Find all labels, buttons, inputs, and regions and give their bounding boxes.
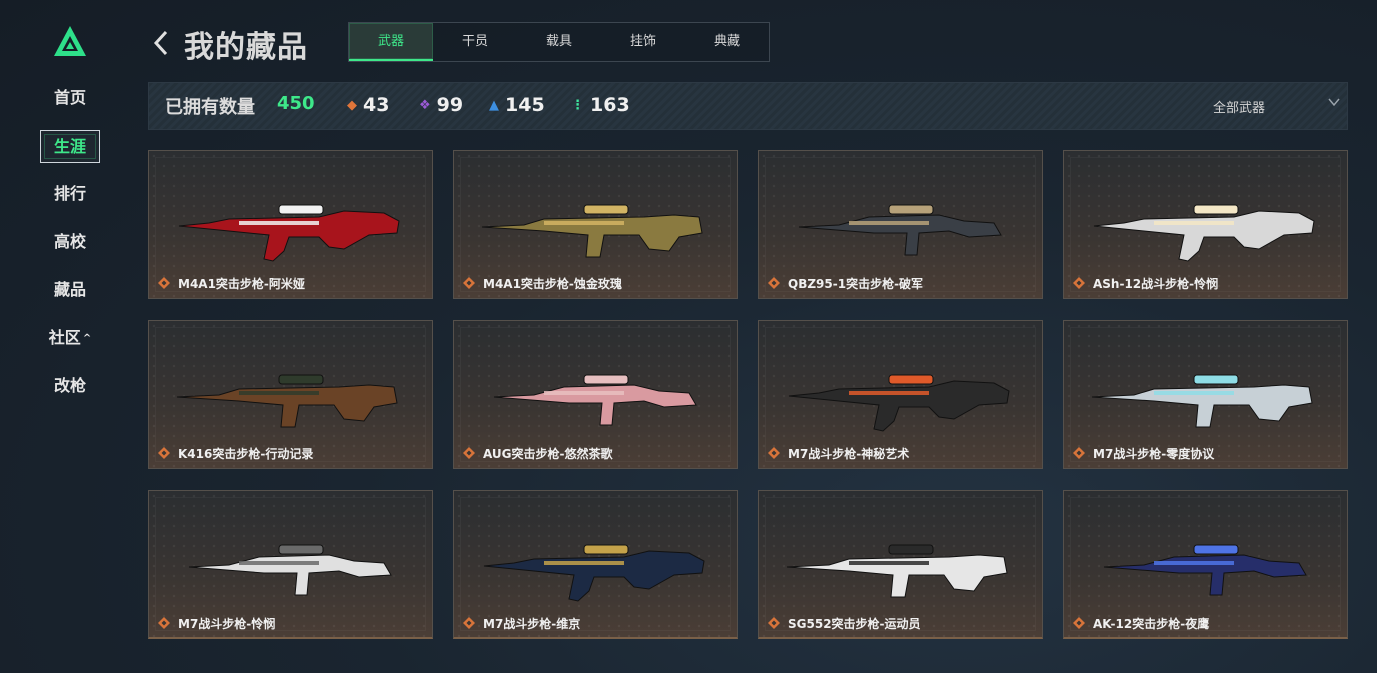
nav-item-home[interactable]: 首页 (40, 82, 100, 115)
weapon-image (1091, 374, 1313, 428)
page-title: 我的藏品 (184, 30, 308, 65)
weapon-image (788, 374, 1010, 432)
rarity-diamond-icon (1073, 277, 1085, 289)
weapon-image (178, 204, 400, 262)
owned-count-value: 450 (277, 93, 315, 114)
rarity-diamond-icon (768, 447, 780, 459)
category-tabs: 武器 干员 载具 挂饰 典藏 (348, 22, 770, 62)
nav-item-college[interactable]: 高校 (40, 226, 100, 259)
weapon-image (786, 544, 1008, 598)
weapon-card[interactable]: SG552突击步枪-运动员 (758, 490, 1043, 639)
chevron-up-icon: ^ (82, 333, 92, 344)
rarity-diamond-icon (768, 277, 780, 289)
rarity-blue-count: ▲ 145 (489, 94, 545, 116)
rarity-purple-count: ❖ 99 (419, 94, 463, 116)
weapon-image (483, 544, 705, 602)
weapon-name: SG552突击步枪-运动员 (788, 617, 921, 631)
filter-selected-value: 全部武器 (1213, 101, 1266, 116)
weapon-card[interactable]: M7战斗步枪-神秘艺术 (758, 320, 1043, 469)
rarity-diamond-icon (158, 277, 170, 289)
weapon-name: QBZ95-1突击步枪-破军 (788, 277, 924, 291)
weapon-image (1103, 544, 1307, 596)
rarity-diamond-icon (1073, 617, 1085, 629)
rarity-count-value: 145 (505, 94, 545, 116)
tab-vehicles[interactable]: 载具 (517, 23, 601, 61)
weapon-card[interactable]: ASh-12战斗步枪-怜悯 (1063, 150, 1348, 299)
nav-item-label: 生涯 (53, 137, 86, 156)
rarity-diamond-icon (463, 277, 475, 289)
back-arrow-icon[interactable] (150, 28, 172, 58)
nav-item-label: 改枪 (53, 376, 86, 395)
weapon-name: K416突击步枪-行动记录 (178, 447, 314, 461)
nav-item-ranking[interactable]: 排行 (40, 178, 100, 211)
weapon-name: M7战斗步枪-神秘艺术 (788, 447, 910, 461)
weapon-card[interactable]: AUG突击步枪-悠然茶歌 (453, 320, 738, 469)
tab-collector[interactable]: 典藏 (685, 23, 769, 61)
weapon-card[interactable]: K416突击步枪-行动记录 (148, 320, 433, 469)
nav-item-modify-gun[interactable]: 改枪 (40, 370, 100, 403)
weapon-name: M7战斗步枪-怜悯 (178, 617, 276, 631)
weapon-name: M7战斗步枪-零度协议 (1093, 447, 1215, 461)
purple-diamond-icon: ❖ (419, 98, 431, 113)
weapon-image (188, 544, 392, 596)
weapon-image (798, 204, 1002, 256)
rarity-green-count: ⋮ 163 (571, 94, 630, 116)
rarity-orange-count: ◆ 43 (347, 94, 389, 116)
weapon-name: M4A1突击步枪-蚀金玫瑰 (483, 277, 622, 291)
weapon-card[interactable]: M4A1突击步枪-蚀金玫瑰 (453, 150, 738, 299)
weapon-card[interactable]: AK-12突击步枪-夜鹰 (1063, 490, 1348, 639)
weapon-name: ASh-12战斗步枪-怜悯 (1093, 277, 1219, 291)
weapon-filter-dropdown[interactable]: 全部武器 (1213, 97, 1343, 116)
nav-item-career[interactable]: 生涯 (40, 130, 100, 163)
nav-item-label: 高校 (53, 232, 86, 251)
nav-item-community[interactable]: 社区 ^ (40, 322, 100, 355)
weapon-card[interactable]: M4A1突击步枪-阿米娅 (148, 150, 433, 299)
weapon-name: AK-12突击步枪-夜鹰 (1093, 617, 1210, 631)
weapon-image (481, 204, 703, 258)
weapon-image (493, 374, 697, 426)
rarity-count-value: 163 (590, 94, 630, 116)
owned-count-label: 已拥有数量 (165, 97, 255, 118)
rarity-count-value: 99 (436, 94, 464, 116)
tab-charms[interactable]: 挂饰 (601, 23, 685, 61)
rarity-diamond-icon (463, 617, 475, 629)
chevron-down-icon (1328, 98, 1340, 107)
weapon-card[interactable]: M7战斗步枪-维京 (453, 490, 738, 639)
rarity-diamond-icon (768, 617, 780, 629)
nav-item-label: 社区 (48, 328, 81, 347)
weapon-image (176, 374, 398, 428)
tab-weapons[interactable]: 武器 (349, 23, 433, 61)
weapon-card[interactable]: M7战斗步枪-怜悯 (148, 490, 433, 639)
nav-item-label: 排行 (53, 184, 86, 203)
app-logo (54, 26, 86, 56)
weapon-card[interactable]: M7战斗步枪-零度协议 (1063, 320, 1348, 469)
weapon-name: M7战斗步枪-维京 (483, 617, 581, 631)
weapon-card[interactable]: QBZ95-1突击步枪-破军 (758, 150, 1043, 299)
blue-chevron-icon: ▲ (489, 98, 499, 113)
nav-item-collection[interactable]: 藏品 (40, 274, 100, 307)
rarity-diamond-icon (1073, 447, 1085, 459)
rarity-diamond-icon (158, 617, 170, 629)
weapon-name: AUG突击步枪-悠然茶歌 (483, 447, 613, 461)
weapon-name: M4A1突击步枪-阿米娅 (178, 277, 305, 291)
nav-item-label: 藏品 (53, 280, 86, 299)
rarity-count-value: 43 (363, 94, 390, 116)
orange-diamond-icon: ◆ (347, 98, 357, 113)
rarity-diamond-icon (158, 447, 170, 459)
sidebar-nav: 首页 生涯 排行 高校 藏品 社区 ^ 改枪 (40, 82, 100, 418)
collection-stats-bar: 已拥有数量 450 ◆ 43 ❖ 99 ▲ 145 ⋮ 163 全部武器 (148, 82, 1348, 130)
weapon-image (1093, 204, 1315, 262)
green-dots-icon: ⋮ (571, 98, 584, 113)
tab-operators[interactable]: 干员 (433, 23, 517, 61)
rarity-diamond-icon (463, 447, 475, 459)
nav-item-label: 首页 (53, 88, 86, 107)
